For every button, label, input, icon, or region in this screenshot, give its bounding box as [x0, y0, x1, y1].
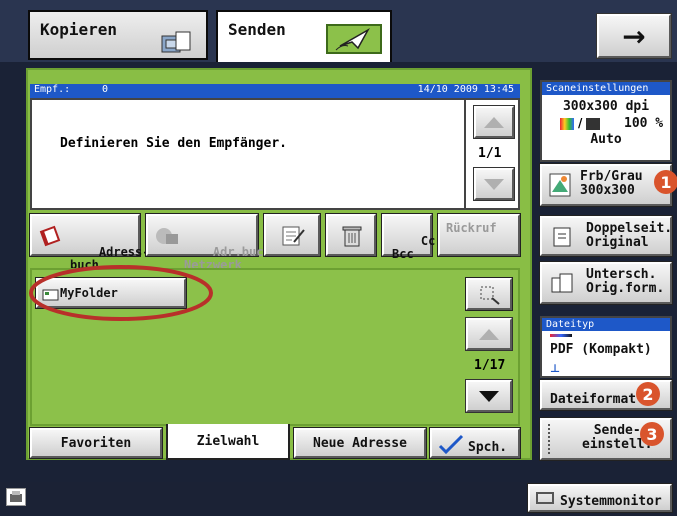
slash-divider: / [578, 116, 583, 130]
duplex-page-icon [553, 227, 571, 247]
zoom-value: 100 % [624, 116, 664, 131]
marker-1: 1 [654, 170, 677, 194]
trash-icon [342, 226, 362, 247]
recipient-label: Empf.: [34, 84, 71, 95]
color-zoom-row: / 100 % [542, 114, 670, 132]
tab-kopieren-label: Kopieren [40, 20, 118, 39]
monitor-icon [536, 492, 554, 504]
resolution-value: 300x300 dpi [562, 99, 650, 114]
recipient-message: Definieren Sie den Empfänger. [60, 136, 287, 151]
recipient-info-bar: Empf.: 0 14/10 2009 13:45 [30, 84, 520, 98]
cc-bcc-button[interactable]: Cc Bcc [382, 214, 435, 261]
up-triangle-icon [484, 117, 504, 128]
scroll-down-button[interactable] [474, 168, 514, 200]
file-type-header: Dateityp [542, 318, 670, 331]
grayscale-icon [586, 118, 600, 130]
scan-settings-panel: Scaneinstellungen 300x300 dpi / 100 % Au… [540, 80, 672, 162]
list-scroll-up-button[interactable] [466, 318, 512, 350]
scan-settings-header: Scaneinstellungen [542, 82, 670, 95]
scan-mode-value: Auto [590, 132, 622, 147]
search-grid-icon [480, 286, 500, 305]
file-type-value: PDF (Kompakt) [550, 342, 652, 357]
up-triangle-icon [479, 329, 499, 340]
list-page: 1/17 [474, 358, 506, 373]
tab-neue-adresse[interactable]: Neue Adresse [294, 428, 426, 458]
duplex-line2: Original [586, 235, 649, 250]
network-address-book-button[interactable]: Adr.buch Netzwerk [146, 214, 271, 272]
recipient-page: 1/1 [478, 146, 502, 161]
network-book-icon [156, 228, 178, 244]
edit-document-icon [282, 226, 305, 246]
address-book-button[interactable]: Adress- buch [30, 214, 149, 272]
send-plane-icon [326, 24, 382, 54]
recipient-count: 0 [102, 84, 109, 95]
list-scroll-down-button[interactable] [466, 380, 512, 412]
copy-machine-icon [161, 31, 191, 53]
copier-send-screen: Kopieren Senden → Empf.: 0 14/10 2009 13… [0, 0, 677, 516]
recipient-display: Definieren Sie den Empfänger. [30, 98, 466, 210]
duplex-line1: Doppelseit. [586, 221, 673, 236]
details-button[interactable] [264, 214, 320, 256]
file-color-strip-icon [550, 334, 572, 337]
marker-2-text: 2 [642, 384, 654, 404]
color-page-icon [549, 173, 571, 197]
mixed-label: Untersch. Orig.form. [586, 268, 664, 296]
mixed-line1: Untersch. [586, 267, 657, 282]
favorites-label: Favoriten [60, 435, 132, 451]
scroll-up-button[interactable] [474, 106, 514, 138]
color-grey-line1: Frb/Grau [580, 169, 643, 184]
store-button[interactable]: Spch. [430, 428, 520, 458]
zielwahl-label: Zielwahl [196, 433, 260, 449]
tab-kopieren[interactable]: Kopieren [28, 10, 208, 60]
next-arrow-button[interactable]: → [597, 14, 671, 58]
tab-senden[interactable]: Senden [216, 10, 392, 62]
marker-2: 2 [636, 382, 660, 406]
color-grey-button[interactable]: Frb/Grau 300x300 [540, 164, 672, 206]
tab-senden-label: Senden [228, 20, 286, 39]
datetime: 14/10 2009 13:45 [417, 84, 514, 95]
down-triangle-icon [484, 179, 504, 190]
color-grey-line2: 300x300 [580, 183, 635, 198]
down-triangle-icon [479, 391, 499, 402]
marker-1-text: 1 [660, 172, 672, 192]
tab-favoriten[interactable]: Favoriten [30, 428, 162, 458]
recall-button[interactable]: Rückruf [438, 214, 520, 256]
file-format-label: Dateiformat [550, 392, 637, 407]
mixed-original-button[interactable]: Untersch. Orig.form. [540, 262, 672, 304]
system-monitor-label: Systemmonitor [560, 494, 662, 509]
new-address-label: Neue Adresse [313, 435, 407, 451]
highlight-ellipse [29, 265, 213, 321]
duplex-label: Doppelseit. Original [586, 222, 672, 250]
duplex-original-button[interactable]: Doppelseit. Original [540, 216, 672, 256]
right-arrow-icon: → [622, 19, 646, 53]
color-grey-label: Frb/Grau 300x300 [580, 170, 643, 198]
address-book-icon [39, 225, 61, 247]
search-list-button[interactable] [466, 278, 512, 310]
marker-3-text: 3 [646, 424, 658, 444]
store-label: Spch. [468, 440, 508, 455]
system-monitor-button[interactable]: Systemmonitor [528, 484, 672, 512]
pen-check-icon [438, 434, 464, 454]
delete-button[interactable] [326, 214, 376, 256]
status-printer-icon[interactable] [6, 488, 26, 506]
file-type-panel: Dateityp PDF (Kompakt) ⊥ [540, 316, 672, 378]
mixed-line2: Orig.form. [586, 281, 665, 296]
dotted-handle-icon [548, 424, 556, 454]
color-mode-icon [560, 118, 574, 130]
recall-label: Rückruf [446, 221, 497, 235]
marker-3: 3 [640, 422, 664, 446]
download-icon: ⊥ [550, 362, 561, 375]
mixed-size-icon [551, 273, 573, 293]
tab-zielwahl[interactable]: Zielwahl [166, 424, 290, 460]
recipient-scroll: 1/1 [466, 98, 520, 210]
